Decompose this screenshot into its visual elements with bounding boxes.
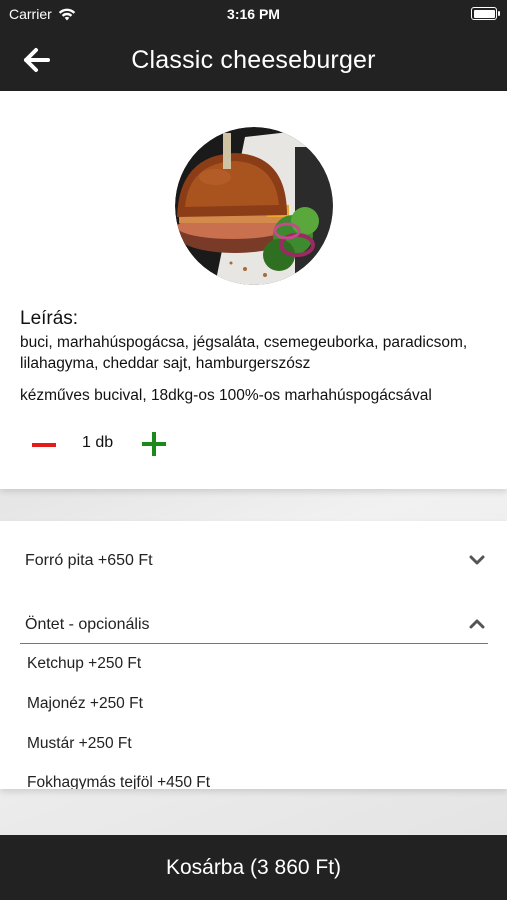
plus-icon[interactable] — [142, 432, 166, 456]
chevron-up-icon — [469, 619, 485, 629]
option-mustard[interactable]: Mustár +250 Ft — [27, 735, 132, 753]
nav-bar: Classic cheeseburger — [0, 28, 507, 91]
add-to-cart-label: Kosárba (3 860 Ft) — [165, 856, 342, 879]
minus-icon[interactable] — [32, 443, 56, 447]
option-group-label: Öntet - opcionális — [25, 616, 150, 633]
option-group-label: Forró pita +650 Ft — [25, 552, 153, 569]
options-card: Forró pita +650 Ft Öntet - opcionális Ke… — [0, 521, 507, 789]
option-group-sauce[interactable]: Öntet - opcionális — [0, 595, 507, 645]
option-mayonnaise[interactable]: Majonéz +250 Ft — [27, 695, 143, 713]
option-garlic-sour-cream[interactable]: Fokhagymás tejföl +450 Ft — [27, 774, 210, 789]
chevron-down-icon — [469, 555, 485, 565]
add-to-cart-button[interactable]: Kosárba (3 860 Ft) — [0, 835, 507, 900]
battery-icon — [471, 7, 500, 20]
options-divider — [20, 643, 488, 644]
option-ketchup[interactable]: Ketchup +250 Ft — [27, 655, 141, 673]
burger-photo — [175, 127, 333, 285]
quantity-value: 1 db — [82, 434, 114, 451]
description-heading: Leírás: — [20, 308, 79, 329]
quantity-stepper: 1 db — [30, 429, 180, 459]
product-card: Leírás: buci, marhahúspogácsa, jégsaláta… — [0, 91, 507, 489]
status-time: 3:16 PM — [227, 6, 280, 22]
page-title: Classic cheeseburger — [131, 46, 376, 74]
description-extra: kézműves bucival, 18dkg-os 100%-os marha… — [20, 387, 432, 404]
status-bar: Carrier 3:16 PM — [0, 0, 507, 28]
description-text: buci, marhahúspogácsa, jégsaláta, csemeg… — [20, 334, 468, 372]
option-group-pita[interactable]: Forró pita +650 Ft — [0, 531, 507, 581]
arrow-left-icon[interactable] — [22, 45, 52, 75]
